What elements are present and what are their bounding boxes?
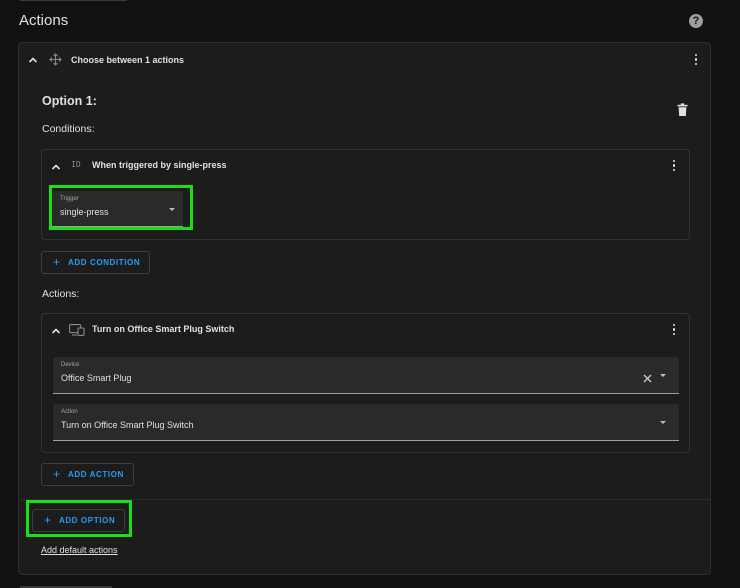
section-title: Actions <box>19 12 69 29</box>
action-card: Turn on Office Smart Plug Switch Device … <box>41 313 690 453</box>
more-vert-icon[interactable] <box>672 160 676 172</box>
condition-title: When triggered by single-press <box>92 160 227 170</box>
trigger-highlight-box <box>49 185 193 230</box>
dropdown-icon[interactable] <box>660 374 666 377</box>
add-condition-button[interactable]: + ADD CONDITION <box>41 251 150 274</box>
plus-icon: + <box>53 255 61 269</box>
chevron-up-icon[interactable] <box>51 326 61 336</box>
choose-card-title: Choose between 1 actions <box>71 55 185 65</box>
device-field-value: Office Smart Plug <box>61 373 132 383</box>
add-default-actions-link[interactable]: Add default actions <box>41 545 118 555</box>
action-title: Turn on Office Smart Plug Switch <box>92 324 235 334</box>
add-option-highlight-box <box>26 500 132 537</box>
device-field-label: Device <box>61 362 80 368</box>
device-select[interactable]: Device Office Smart Plug <box>53 357 679 394</box>
chevron-up-icon[interactable] <box>51 162 61 172</box>
add-action-button[interactable]: + ADD ACTION <box>41 463 134 486</box>
trash-icon[interactable] <box>677 103 689 117</box>
choose-card-header[interactable]: Choose between 1 actions <box>19 43 710 77</box>
action-field-label: Action <box>61 409 78 415</box>
more-vert-icon[interactable] <box>672 324 676 336</box>
dropdown-icon[interactable] <box>660 421 666 424</box>
conditions-label: Conditions: <box>42 123 95 135</box>
device-icon <box>69 323 85 336</box>
choose-icon <box>49 53 62 66</box>
actions-label: Actions: <box>42 288 80 300</box>
clear-icon[interactable] <box>643 370 652 383</box>
action-select[interactable]: Action Turn on Office Smart Plug Switch <box>53 404 679 441</box>
chevron-up-icon[interactable] <box>28 55 38 65</box>
option-title: Option 1: <box>42 94 97 108</box>
plus-icon: + <box>53 467 61 481</box>
top-divider <box>20 0 127 1</box>
id-icon: ID <box>71 160 81 169</box>
help-icon[interactable]: ? <box>689 14 703 28</box>
action-field-value: Turn on Office Smart Plug Switch <box>61 420 194 430</box>
choose-action-card: Choose between 1 actions Option 1: Condi… <box>18 42 711 575</box>
more-vert-icon[interactable] <box>694 54 698 66</box>
